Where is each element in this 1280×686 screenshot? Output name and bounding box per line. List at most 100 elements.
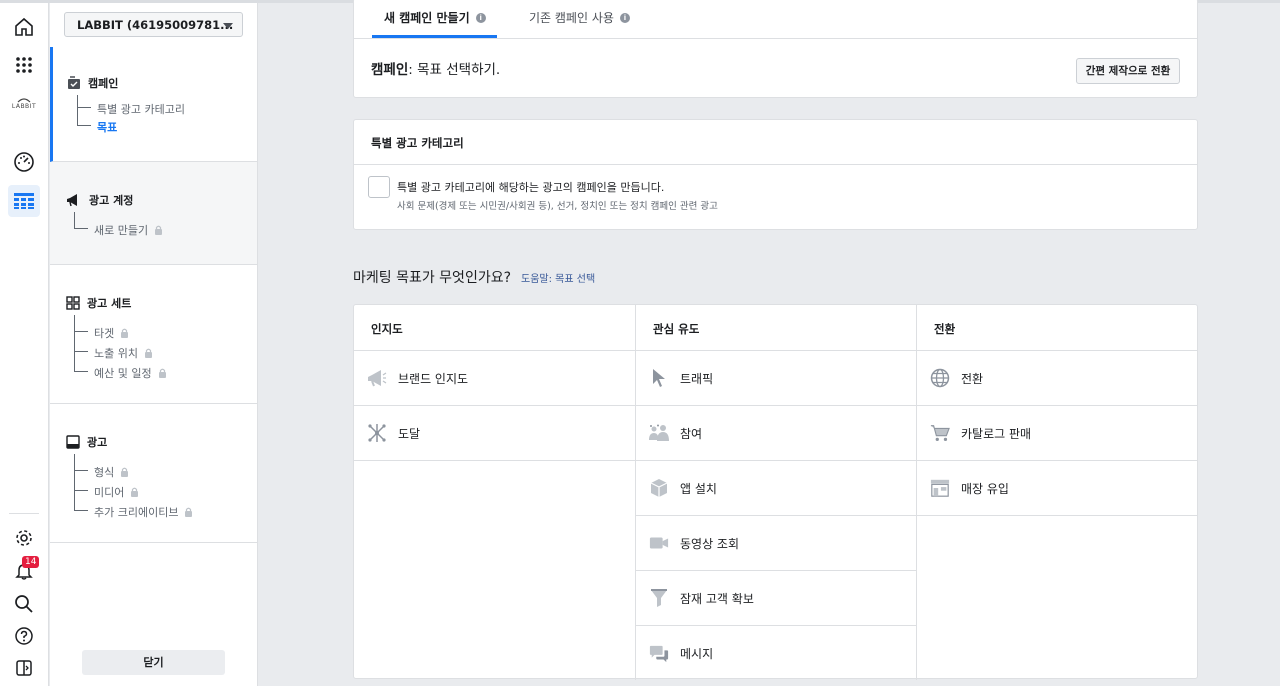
people-icon	[649, 423, 669, 443]
objective-column-consideration: 관심 유도 트래픽 참여 앱 설치 동영상 조회 잠재 고객 확보 메시지	[635, 305, 916, 680]
tab-new-campaign[interactable]: 새 캠페인 만들기 i	[384, 9, 486, 26]
nav-item-label: 특별 광고 카테고리	[97, 103, 185, 116]
objective-traffic[interactable]: 트래픽	[636, 351, 916, 406]
apps-grid-icon[interactable]	[8, 49, 40, 81]
campaign-tabs-card: 새 캠페인 만들기 i 기존 캠페인 사용 i 캠페인: 목표 선택하기. 간편…	[353, 0, 1198, 98]
objective-reach[interactable]: 도달	[354, 406, 635, 461]
close-button[interactable]: 닫기	[82, 650, 225, 675]
objective-conversions[interactable]: 전환	[917, 351, 1197, 406]
info-icon[interactable]: i	[475, 12, 486, 23]
megaphone-icon	[367, 368, 387, 388]
nav-item-special-category[interactable]: 특별 광고 카테고리	[97, 101, 185, 117]
objective-app-installs[interactable]: 앱 설치	[636, 461, 916, 516]
dashboard-gauge-icon[interactable]	[8, 146, 40, 178]
special-category-checkbox[interactable]	[368, 176, 390, 198]
globe-icon	[930, 368, 950, 388]
nav-item-budget-schedule[interactable]: 예산 및 일정	[94, 365, 167, 381]
campaign-step-text: : 목표 선택하기.	[408, 62, 501, 78]
home-icon[interactable]	[8, 11, 40, 43]
nav-item-media[interactable]: 미디어	[94, 484, 139, 500]
nav-item-label: 목표	[97, 121, 118, 134]
objective-column-conversion: 전환 전환 카탈로그 판매 매장 유입	[916, 305, 1197, 680]
objective-label: 잠재 고객 확보	[680, 591, 754, 606]
account-selector[interactable]: LABBIT (46195009781...	[64, 12, 243, 37]
nav-section-ad-set[interactable]: 광고 세트 타겟 노출 위치 예산 및 일정	[50, 265, 257, 404]
nav-section-ad[interactable]: 광고 형식 미디어 추가 크리에이티브	[50, 404, 257, 543]
reach-icon	[367, 423, 387, 443]
objective-label: 트래픽	[680, 371, 714, 386]
left-rail: LABBIT 14	[0, 3, 49, 686]
nav-item-target[interactable]: 타겟	[94, 325, 129, 341]
nav-item-additional-creative[interactable]: 추가 크리에이티브	[94, 504, 193, 520]
account-logo[interactable]: LABBIT	[8, 87, 40, 119]
objective-video-views[interactable]: 동영상 조회	[636, 516, 916, 571]
objective-store-traffic[interactable]: 매장 유입	[917, 461, 1197, 516]
nav-item-placement[interactable]: 노출 위치	[94, 345, 153, 361]
nav-section-title: 광고 세트	[87, 297, 132, 310]
nav-item-label: 미디어	[94, 486, 125, 499]
ads-manager-table-icon[interactable]	[8, 185, 40, 217]
cart-icon	[930, 423, 950, 443]
checkbox-description: 사회 문제(경제 또는 시민권/사회권 등), 선거, 정치인 또는 정치 캠페…	[397, 201, 718, 212]
objective-catalog-sales[interactable]: 카탈로그 판매	[917, 406, 1197, 461]
lock-icon	[121, 328, 129, 338]
tree-line	[74, 371, 88, 372]
nav-item-label: 노출 위치	[94, 347, 138, 360]
lock-icon	[155, 225, 163, 235]
side-panel-toggle-icon[interactable]	[8, 652, 40, 684]
nav-item-objective[interactable]: 목표	[97, 119, 117, 135]
column-header: 관심 유도	[636, 305, 916, 351]
tab-label: 새 캠페인 만들기	[384, 11, 470, 25]
funnel-icon	[649, 588, 669, 608]
ad-layout-icon	[66, 435, 80, 449]
nav-section-title: 캠페인	[88, 77, 119, 90]
nav-section-title: 광고	[87, 436, 108, 449]
notification-badge: 14	[22, 556, 40, 568]
tree-line	[74, 510, 88, 511]
column-header: 전환	[917, 305, 1197, 351]
objective-messages[interactable]: 메시지	[636, 626, 916, 681]
tree-line	[74, 228, 88, 229]
chevron-down-icon	[223, 23, 233, 29]
objective-label: 도달	[398, 426, 421, 441]
divider	[354, 38, 1197, 39]
search-icon[interactable]	[8, 588, 40, 620]
special-category-title: 특별 광고 카테고리	[371, 136, 464, 150]
objectives-grid: 인지도 브랜드 인지도 도달 관심 유도 트래픽 참여 앱 설치 동영상 조회	[353, 304, 1198, 680]
help-icon[interactable]	[8, 620, 40, 652]
tree-line	[77, 95, 78, 125]
tab-existing-campaign[interactable]: 기존 캠페인 사용 i	[529, 9, 630, 26]
objective-label: 참여	[680, 426, 703, 441]
tree-line	[74, 331, 88, 332]
account-name: LABBIT (46195009781...	[77, 18, 234, 32]
marketing-objective-heading: 마케팅 목표가 무엇인가요? 도움말: 목표 선택	[353, 267, 595, 287]
nav-item-format[interactable]: 형식	[94, 464, 129, 480]
help-objective-link[interactable]: 도움말: 목표 선택	[521, 270, 595, 285]
special-category-card: 특별 광고 카테고리 특별 광고 카테고리에 해당하는 광고의 캠페인을 만듭니…	[353, 119, 1198, 230]
marketing-question: 마케팅 목표가 무엇인가요?	[353, 270, 512, 286]
nav-item-label: 추가 크리에이티브	[94, 506, 179, 519]
settings-gear-icon[interactable]	[8, 522, 40, 554]
nav-section-title: 광고 계정	[89, 194, 134, 207]
divider	[354, 164, 1197, 165]
tree-line	[74, 315, 75, 371]
tree-line	[74, 351, 88, 352]
objective-lead-generation[interactable]: 잠재 고객 확보	[636, 571, 916, 626]
nav-item-label: 타겟	[94, 327, 115, 340]
campaign-folder-icon	[68, 76, 80, 89]
nav-item-label: 형식	[94, 466, 115, 479]
objective-engagement[interactable]: 참여	[636, 406, 916, 461]
campaign-step-title: 캠페인: 목표 선택하기.	[371, 58, 500, 78]
nav-section-ad-account-head: 광고 계정	[66, 192, 133, 208]
info-icon[interactable]: i	[619, 12, 630, 23]
chat-icon	[649, 644, 669, 664]
nav-section-ad-head: 광고	[66, 434, 107, 450]
nav-section-campaign[interactable]: 캠페인 특별 광고 카테고리 목표	[50, 47, 257, 162]
objective-brand-awareness[interactable]: 브랜드 인지도	[354, 351, 635, 406]
tree-line	[74, 212, 75, 228]
nav-section-ad-account[interactable]: 광고 계정 새로 만들기	[50, 162, 257, 265]
tab-label: 기존 캠페인 사용	[529, 11, 614, 25]
nav-item-create-new[interactable]: 새로 만들기	[94, 222, 163, 238]
tree-line	[77, 125, 91, 126]
switch-to-guided-button[interactable]: 간편 제작으로 전환	[1076, 58, 1180, 84]
